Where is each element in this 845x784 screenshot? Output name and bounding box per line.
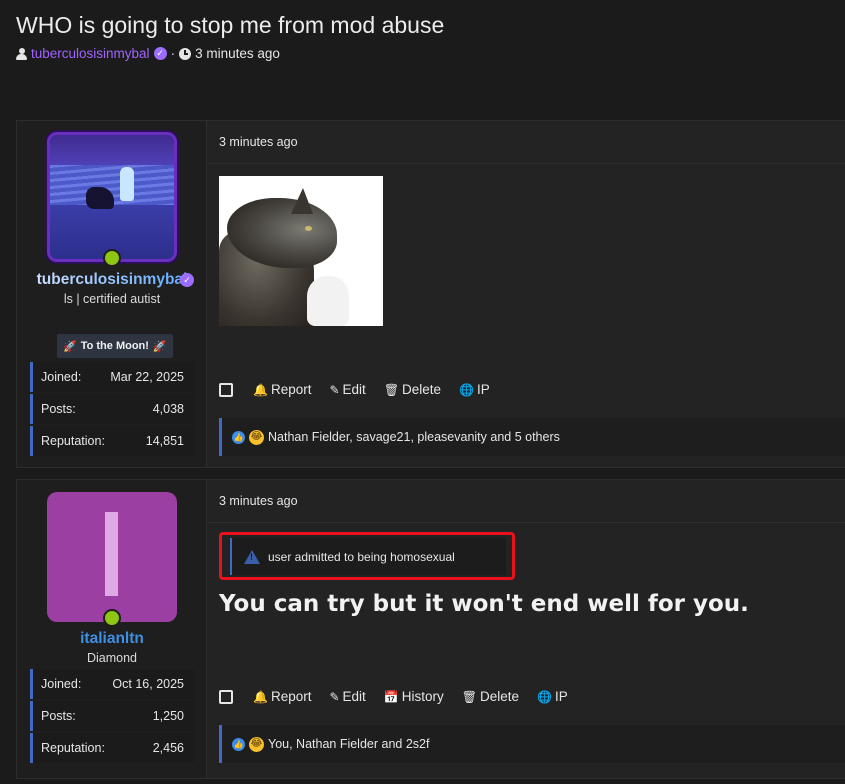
verified-badge-icon: ✓ <box>180 273 194 287</box>
post-message-text: You can try but it won't end well for yo… <box>219 591 749 617</box>
pencil-icon: ✎ <box>329 689 340 704</box>
meta-separator: · <box>170 46 176 61</box>
reactions-text[interactable]: Nathan Fielder, savage21, pleasevanity a… <box>268 430 560 444</box>
stat-label: Joined: <box>41 370 82 384</box>
stat-value: Mar 22, 2025 <box>110 370 184 384</box>
post-actions: 🔔 Report ✎ Edit 📅 History 🗑 Delete 🌐 IP <box>219 689 568 704</box>
report-label: Report <box>270 382 312 397</box>
user-title: Diamond <box>86 651 138 665</box>
warning-notice: user admitted to being homosexual <box>219 532 515 580</box>
post-username[interactable]: tuberculosisinmybal <box>17 271 207 289</box>
globe-icon: 🌐 <box>459 382 475 397</box>
select-checkbox[interactable] <box>219 382 233 397</box>
ip-button[interactable]: 🌐 IP <box>459 382 490 397</box>
post-username[interactable]: italianltn <box>17 630 207 648</box>
reactions-text[interactable]: You, Nathan Fielder and 2s2f <box>268 737 429 751</box>
stat-row-posts: Posts: 1,250 <box>30 701 194 731</box>
rocket-icon: 🚀 <box>152 340 167 353</box>
reactions-bar[interactable]: 👍 😂 You, Nathan Fielder and 2s2f <box>219 725 845 763</box>
ip-button[interactable]: 🌐 IP <box>537 689 568 704</box>
post-user-cell: tuberculosisinmybal ✓ ls | certified aut… <box>17 121 207 467</box>
edit-label: Edit <box>342 382 366 397</box>
divider <box>208 522 845 523</box>
user-banner: 🚀 To the Moon! 🚀 <box>57 334 173 358</box>
stat-value: 4,038 <box>152 402 184 416</box>
stat-value: 2,456 <box>152 741 184 755</box>
delete-button[interactable]: 🗑 Delete <box>384 382 441 397</box>
user-stats: Joined: Oct 16, 2025 Posts: 1,250 Reputa… <box>30 669 194 765</box>
like-reaction-icon: 👍 <box>232 737 245 751</box>
stat-label: Joined: <box>41 677 82 691</box>
report-label: Report <box>270 689 312 704</box>
user-title: ls | certified autist <box>63 292 161 306</box>
post-date[interactable]: 3 minutes ago <box>219 494 298 508</box>
stat-value: 1,250 <box>152 709 184 723</box>
post-actions: 🔔 Report ✎ Edit 🗑 Delete 🌐 IP <box>219 382 490 397</box>
ip-label: IP <box>555 689 568 704</box>
online-indicator <box>103 249 121 267</box>
user-banner-label: To the Moon! <box>80 340 149 352</box>
globe-icon: 🌐 <box>537 689 552 704</box>
stat-row-joined: Joined: Oct 16, 2025 <box>30 669 194 699</box>
stat-row-joined: Joined: Mar 22, 2025 <box>30 362 194 392</box>
rocket-icon: 🚀 <box>63 340 77 353</box>
history-button[interactable]: 📅 History <box>384 689 444 704</box>
avatar[interactable] <box>47 492 177 622</box>
stat-value: 14,851 <box>145 434 184 448</box>
like-reaction-icon: 👍 <box>232 430 245 444</box>
thread-time[interactable]: 3 minutes ago <box>195 46 280 61</box>
post-message-cell: 3 minutes ago user admitted to being hom… <box>208 480 845 778</box>
pencil-icon: ✎ <box>329 382 340 397</box>
delete-label: Delete <box>480 689 520 704</box>
reactions-bar[interactable]: 👍 😂 Nathan Fielder, savage21, pleasevani… <box>219 418 845 456</box>
edit-label: Edit <box>342 689 366 704</box>
trash-icon: 🗑 <box>383 382 400 397</box>
laugh-reaction-icon: 😂 <box>249 429 264 445</box>
cat-image[interactable] <box>219 176 383 326</box>
edit-button[interactable]: ✎ Edit <box>329 689 365 704</box>
post-date[interactable]: 3 minutes ago <box>219 135 298 149</box>
stat-label: Posts: <box>41 402 76 416</box>
stat-row-reputation: Reputation: 2,456 <box>30 733 194 763</box>
post: tuberculosisinmybal ✓ ls | certified aut… <box>16 120 845 468</box>
clock-icon <box>179 47 192 60</box>
bell-icon: 🔔 <box>253 382 268 397</box>
ip-label: IP <box>477 382 490 397</box>
report-button[interactable]: 🔔 Report <box>253 689 311 704</box>
post-user-cell: italianltn Diamond Joined: Oct 16, 2025 … <box>17 480 207 778</box>
delete-button[interactable]: 🗑 Delete <box>462 689 519 704</box>
user-icon <box>16 47 27 60</box>
verified-badge-icon: ✓ <box>153 47 167 60</box>
delete-label: Delete <box>402 382 442 397</box>
stat-label: Reputation: <box>41 434 105 448</box>
thread-title: WHO is going to stop me from mod abuse <box>16 12 445 38</box>
stat-label: Posts: <box>41 709 76 723</box>
history-label: History <box>401 689 444 704</box>
edit-button[interactable]: ✎ Edit <box>329 382 365 397</box>
thread-author-link[interactable]: tuberculosisinmybal <box>31 46 150 61</box>
select-checkbox[interactable] <box>219 689 233 704</box>
calendar-icon: 📅 <box>383 689 399 704</box>
post: italianltn Diamond Joined: Oct 16, 2025 … <box>16 479 845 779</box>
laugh-reaction-icon: 😂 <box>249 736 264 752</box>
online-indicator <box>103 609 121 627</box>
warning-icon <box>244 549 260 564</box>
thread-meta: tuberculosisinmybal ✓ · 3 minutes ago <box>16 46 280 61</box>
stat-value: Oct 16, 2025 <box>112 677 184 691</box>
warning-text: user admitted to being homosexual <box>268 549 455 564</box>
stat-row-reputation: Reputation: 14,851 <box>30 426 194 456</box>
trash-icon: 🗑 <box>461 689 478 704</box>
divider <box>208 163 845 164</box>
stat-row-posts: Posts: 4,038 <box>30 394 194 424</box>
avatar[interactable] <box>47 132 177 262</box>
report-button[interactable]: 🔔 Report <box>253 382 311 397</box>
user-stats: Joined: Mar 22, 2025 Posts: 4,038 Reputa… <box>30 362 194 458</box>
post-message-cell: 3 minutes ago 🔔 Report ✎ Edit 🗑 Delete 🌐 IP … <box>208 121 845 467</box>
stat-label: Reputation: <box>41 741 105 755</box>
bell-icon: 🔔 <box>253 689 268 704</box>
